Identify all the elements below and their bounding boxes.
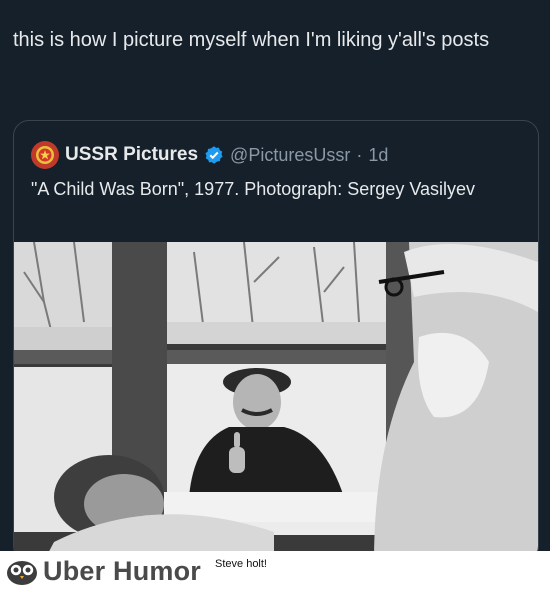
separator-dot: · — [356, 144, 363, 165]
caption-text: Steve holt! — [215, 558, 267, 570]
tweet-text: this is how I picture myself when I'm li… — [13, 29, 490, 51]
author-handle[interactable]: @PicturesUssr — [230, 145, 350, 166]
quoted-tweet-text: "A Child Was Born", 1977. Photograph: Se… — [31, 179, 476, 199]
owl-icon — [7, 561, 37, 585]
quoted-tweet-header: USSR Pictures @PicturesUssr · 1d — [31, 140, 388, 170]
verified-badge-icon — [205, 146, 223, 164]
author-name[interactable]: USSR Pictures — [65, 144, 198, 166]
timestamp[interactable]: 1d — [368, 145, 388, 166]
ussr-emblem-icon[interactable] — [31, 141, 59, 169]
brand-name: Uber Humor — [43, 555, 202, 586]
watermark-footer: Uber Humor Steve holt! — [0, 551, 550, 591]
quoted-tweet-card[interactable]: USSR Pictures @PicturesUssr · 1d "A Chil… — [13, 120, 539, 562]
tweet-photo[interactable] — [14, 242, 538, 561]
